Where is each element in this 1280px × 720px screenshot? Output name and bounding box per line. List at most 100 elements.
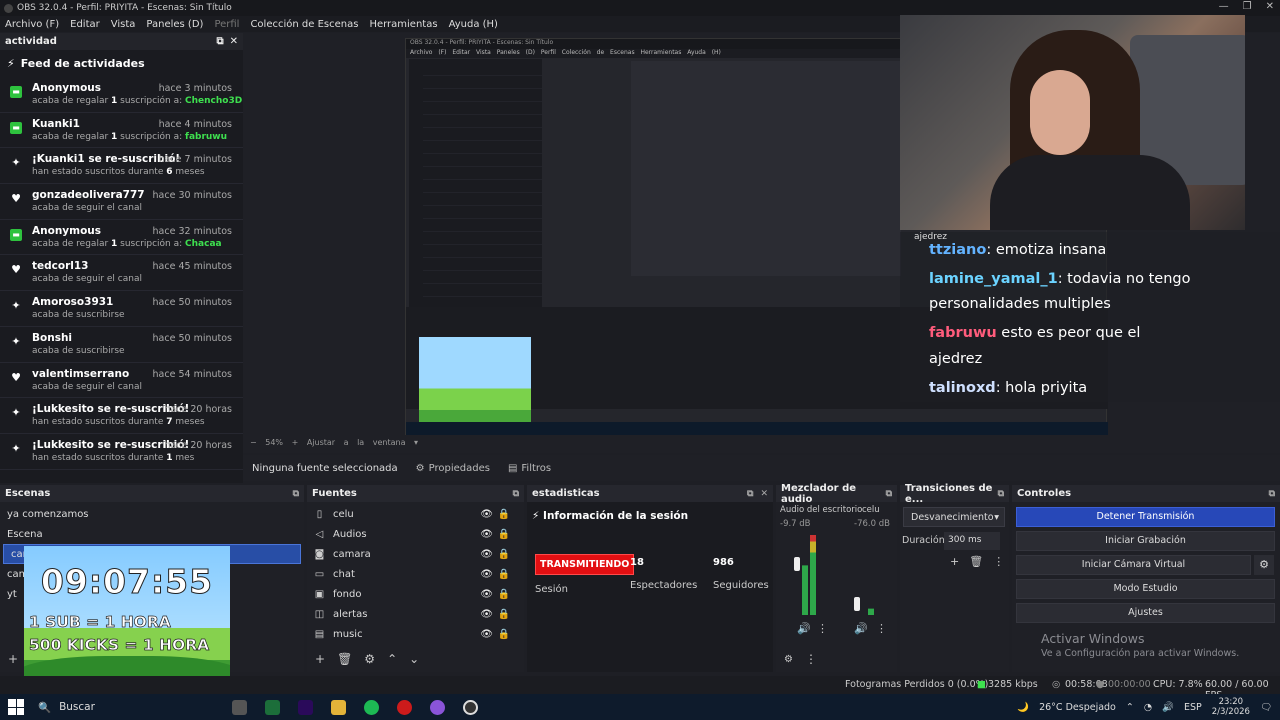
menu-edit[interactable]: Editar bbox=[70, 19, 100, 30]
gear-icon[interactable]: ⚙ bbox=[364, 652, 375, 666]
lock-icon[interactable]: 🔒 bbox=[498, 629, 510, 640]
volume-icon[interactable]: 🔊 bbox=[1162, 702, 1174, 713]
windows-start-icon[interactable] bbox=[8, 699, 24, 715]
speaker-icon[interactable]: 🔊 bbox=[854, 622, 868, 635]
chat-line: lamine_yamal_1: todavia no tengo bbox=[929, 271, 1191, 287]
undock-icon[interactable]: ⧉ bbox=[886, 489, 892, 499]
undock-icon[interactable]: ⧉ bbox=[216, 36, 223, 47]
premiere-icon[interactable] bbox=[298, 700, 313, 715]
zoom-out-button[interactable]: − bbox=[250, 438, 257, 447]
celu-volume-slider[interactable] bbox=[854, 597, 860, 611]
menu-docks[interactable]: Paneles (D) bbox=[146, 19, 203, 30]
menu-tools[interactable]: Herramientas bbox=[369, 19, 437, 30]
source-item[interactable]: ▭ chat 👁 🔒 bbox=[307, 564, 524, 584]
filters-button[interactable]: ▤ Filtros bbox=[508, 463, 551, 474]
lock-icon[interactable]: 🔒 bbox=[498, 609, 510, 620]
source-item[interactable]: ◫ alertas 👁 🔒 bbox=[307, 604, 524, 624]
lock-icon[interactable]: 🔒 bbox=[498, 569, 510, 580]
lock-icon[interactable]: 🔒 bbox=[498, 589, 510, 600]
visibility-eye-icon[interactable]: 👁 bbox=[480, 569, 493, 580]
move-down-icon[interactable]: ⌄ bbox=[409, 652, 419, 666]
wifi-icon[interactable]: ◔ bbox=[1144, 702, 1152, 713]
scene-item[interactable]: ya comenzamos bbox=[0, 504, 304, 524]
undock-icon[interactable]: ⧉ bbox=[998, 489, 1004, 499]
menu-file[interactable]: Archivo (F) bbox=[5, 19, 59, 30]
visibility-eye-icon[interactable]: 👁 bbox=[480, 609, 493, 620]
menu-scene-collection[interactable]: Colección de Escenas bbox=[250, 19, 358, 30]
task-view-icon[interactable] bbox=[232, 700, 247, 715]
maximize-icon[interactable]: ❐ bbox=[1243, 1, 1252, 12]
minimize-icon[interactable]: — bbox=[1219, 1, 1229, 12]
settings-button[interactable]: Ajustes bbox=[1016, 603, 1275, 623]
duration-input[interactable]: 300 ms bbox=[944, 532, 1000, 550]
menu-view[interactable]: Vista bbox=[111, 19, 136, 30]
file-explorer-icon[interactable] bbox=[331, 700, 346, 715]
menu-help[interactable]: Ayuda (H) bbox=[449, 19, 498, 30]
visibility-eye-icon[interactable]: 👁 bbox=[480, 629, 493, 640]
zoom-mode-select[interactable]: Ajustar a la ventana bbox=[307, 438, 406, 447]
kebab-menu-icon[interactable]: ⋮ bbox=[805, 652, 817, 666]
source-item[interactable]: ▯ celu 👁 🔒 bbox=[307, 504, 524, 524]
stream-icon: ◎ bbox=[1052, 679, 1061, 690]
undock-icon[interactable]: ⧉ bbox=[513, 489, 519, 499]
add-source-icon[interactable]: + bbox=[315, 652, 325, 666]
add-transition-icon[interactable]: + bbox=[950, 555, 959, 568]
move-up-icon[interactable]: ⌃ bbox=[387, 652, 397, 666]
visibility-eye-icon[interactable]: 👁 bbox=[480, 589, 493, 600]
browser-icon[interactable] bbox=[430, 700, 445, 715]
kebab-menu-icon[interactable]: ⋮ bbox=[993, 555, 1004, 568]
lock-icon[interactable]: 🔒 bbox=[498, 529, 510, 540]
lock-icon[interactable]: 🔒 bbox=[498, 509, 510, 520]
chevron-up-icon[interactable]: ⌃ bbox=[1126, 702, 1134, 713]
obs-icon[interactable] bbox=[463, 700, 478, 715]
properties-button[interactable]: ⚙ Propiedades bbox=[416, 463, 490, 474]
trash-icon[interactable]: 🗑 bbox=[337, 652, 352, 666]
menu-profile[interactable]: Perfil bbox=[214, 19, 239, 30]
event-time: hace 4 minutos bbox=[158, 118, 232, 130]
spotify-icon[interactable] bbox=[364, 700, 379, 715]
language-indicator[interactable]: ESP bbox=[1184, 702, 1202, 713]
visibility-eye-icon[interactable]: 👁 bbox=[480, 549, 493, 560]
scene-item[interactable]: Escena bbox=[0, 524, 304, 544]
chevron-down-icon[interactable]: ▾ bbox=[414, 438, 418, 447]
zoom-in-button[interactable]: + bbox=[292, 438, 299, 447]
weather-text[interactable]: 26°C Despejado bbox=[1039, 702, 1116, 713]
opera-icon[interactable] bbox=[397, 700, 412, 715]
source-item[interactable]: ◙ camara 👁 🔒 bbox=[307, 544, 524, 564]
notification-icon[interactable]: 🗨 bbox=[1260, 702, 1272, 713]
virtual-camera-settings-icon[interactable]: ⚙ bbox=[1254, 555, 1274, 575]
source-item[interactable]: ▤ music 👁 🔒 bbox=[307, 624, 524, 644]
source-item[interactable]: ◁ Audios 👁 🔒 bbox=[307, 524, 524, 544]
undock-icon[interactable]: ⧉ bbox=[293, 489, 299, 499]
app-b-icon[interactable] bbox=[265, 700, 280, 715]
clock[interactable]: 23:20 2/3/2026 bbox=[1212, 697, 1250, 717]
undock-icon[interactable]: ⧉ bbox=[747, 489, 753, 499]
stop-streaming-button[interactable]: Detener Transmisión bbox=[1016, 507, 1275, 527]
source-name: alertas bbox=[333, 608, 368, 620]
add-scene-icon[interactable]: + bbox=[8, 652, 18, 666]
kebab-menu-icon[interactable]: ⋮ bbox=[876, 622, 887, 635]
speaker-icon[interactable]: 🔊 bbox=[797, 622, 811, 635]
mixer-settings-icon[interactable]: ⚙ bbox=[784, 654, 793, 665]
transition-select[interactable]: Desvanecimiento ▾ bbox=[903, 507, 1005, 527]
trash-icon[interactable]: 🗑 bbox=[969, 555, 983, 568]
event-detail: acaba de suscribirse bbox=[32, 310, 125, 321]
close-icon[interactable]: ✕ bbox=[1266, 1, 1274, 12]
start-virtual-camera-button[interactable]: Iniciar Cámara Virtual bbox=[1016, 555, 1251, 575]
visibility-eye-icon[interactable]: 👁 bbox=[480, 509, 493, 520]
desktop-volume-slider[interactable] bbox=[794, 557, 800, 571]
close-dock-icon[interactable]: ✕ bbox=[230, 36, 238, 47]
taskbar-search[interactable]: 🔍 Buscar bbox=[38, 701, 95, 714]
chat-line: fabruwu esto es peor que el bbox=[929, 325, 1141, 341]
start-recording-button[interactable]: Iniciar Grabación bbox=[1016, 531, 1275, 551]
stats-title: estadisticas bbox=[532, 488, 600, 499]
studio-mode-button[interactable]: Modo Estudio bbox=[1016, 579, 1275, 599]
lock-icon[interactable]: 🔒 bbox=[498, 549, 510, 560]
source-item[interactable]: ▣ fondo 👁 🔒 bbox=[307, 584, 524, 604]
undock-icon[interactable]: ⧉ bbox=[1269, 489, 1275, 499]
visibility-eye-icon[interactable]: 👁 bbox=[480, 529, 493, 540]
watermark-line2: Ve a Configuración para activar Windows. bbox=[1041, 648, 1240, 659]
close-dock-icon[interactable]: ✕ bbox=[760, 489, 768, 499]
kebab-menu-icon[interactable]: ⋮ bbox=[817, 622, 828, 635]
gift-icon: ▬ bbox=[10, 121, 22, 134]
